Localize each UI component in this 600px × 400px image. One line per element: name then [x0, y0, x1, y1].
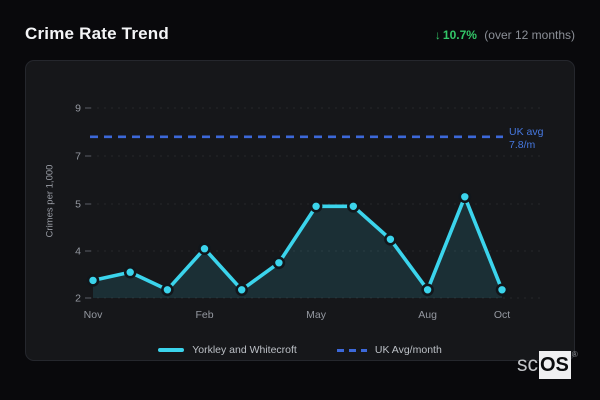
crime-trend-chart: 2 4 5 7 9 UK avg7.8/m Nov Feb May Aug Oct	[75, 103, 544, 322]
line-swatch-icon	[158, 348, 185, 352]
trend-delta: ↓ 10.7% (over 12 months)	[435, 28, 575, 42]
delta-value: 10.7%	[442, 28, 477, 42]
delta-period-note: (over 12 months)	[484, 28, 575, 42]
x-tick-label: Oct	[494, 309, 510, 321]
legend-item-series[interactable]: Yorkley and Whitecroft	[158, 344, 297, 356]
chart-panel: 2 4 5 7 9 UK avg 7.8/m Nov Feb May Aug Oct Crimes p…	[25, 60, 575, 361]
y-axis-title: Crimes per 1,000	[44, 164, 56, 238]
data-point[interactable]	[235, 283, 248, 297]
y-tick-label: 2	[75, 293, 81, 305]
data-point[interactable]	[198, 242, 211, 255]
data-point[interactable]	[161, 283, 174, 297]
legend-label-series: Yorkley and Whitecroft	[192, 344, 297, 356]
data-point[interactable]	[495, 283, 509, 297]
screen: { "header": { "title": "Crime Rate Trend…	[0, 0, 600, 400]
data-point[interactable]	[86, 274, 100, 287]
data-point[interactable]	[384, 233, 397, 246]
chart-legend: Yorkley and Whitecroft UK Avg/month	[26, 344, 574, 356]
scos-logo: sc OS ®	[517, 351, 578, 379]
logo-suffix: OS	[539, 351, 571, 379]
uk-avg-value-label: 7.8/m	[509, 139, 536, 151]
uk-avg-label: UK avg	[509, 126, 544, 138]
logo-prefix: sc	[517, 353, 538, 376]
x-tick-label: Nov	[84, 309, 103, 321]
data-point[interactable]	[458, 190, 472, 204]
legend-item-reference[interactable]: UK Avg/month	[336, 344, 442, 356]
data-point[interactable]	[123, 265, 137, 279]
registered-trademark-icon: ®	[571, 350, 578, 359]
page-title: Crime Rate Trend	[25, 24, 169, 43]
x-tick-label: Aug	[418, 309, 437, 321]
down-arrow-icon: ↓	[434, 28, 441, 42]
card-header: Crime Rate Trend ↓ 10.7% (over 12 months)	[25, 24, 575, 44]
y-tick-label: 5	[75, 199, 81, 211]
x-tick-label: Feb	[195, 309, 213, 321]
y-tick-label: 7	[75, 151, 81, 163]
data-point[interactable]	[309, 200, 323, 213]
x-tick-label: May	[306, 309, 327, 321]
dashed-line-swatch-icon	[336, 348, 367, 352]
data-point[interactable]	[421, 283, 434, 297]
y-tick-label: 9	[75, 103, 81, 115]
legend-label-reference: UK Avg/month	[374, 344, 442, 356]
y-tick-label: 4	[75, 246, 81, 258]
data-point[interactable]	[272, 256, 286, 270]
data-point[interactable]	[346, 200, 360, 213]
